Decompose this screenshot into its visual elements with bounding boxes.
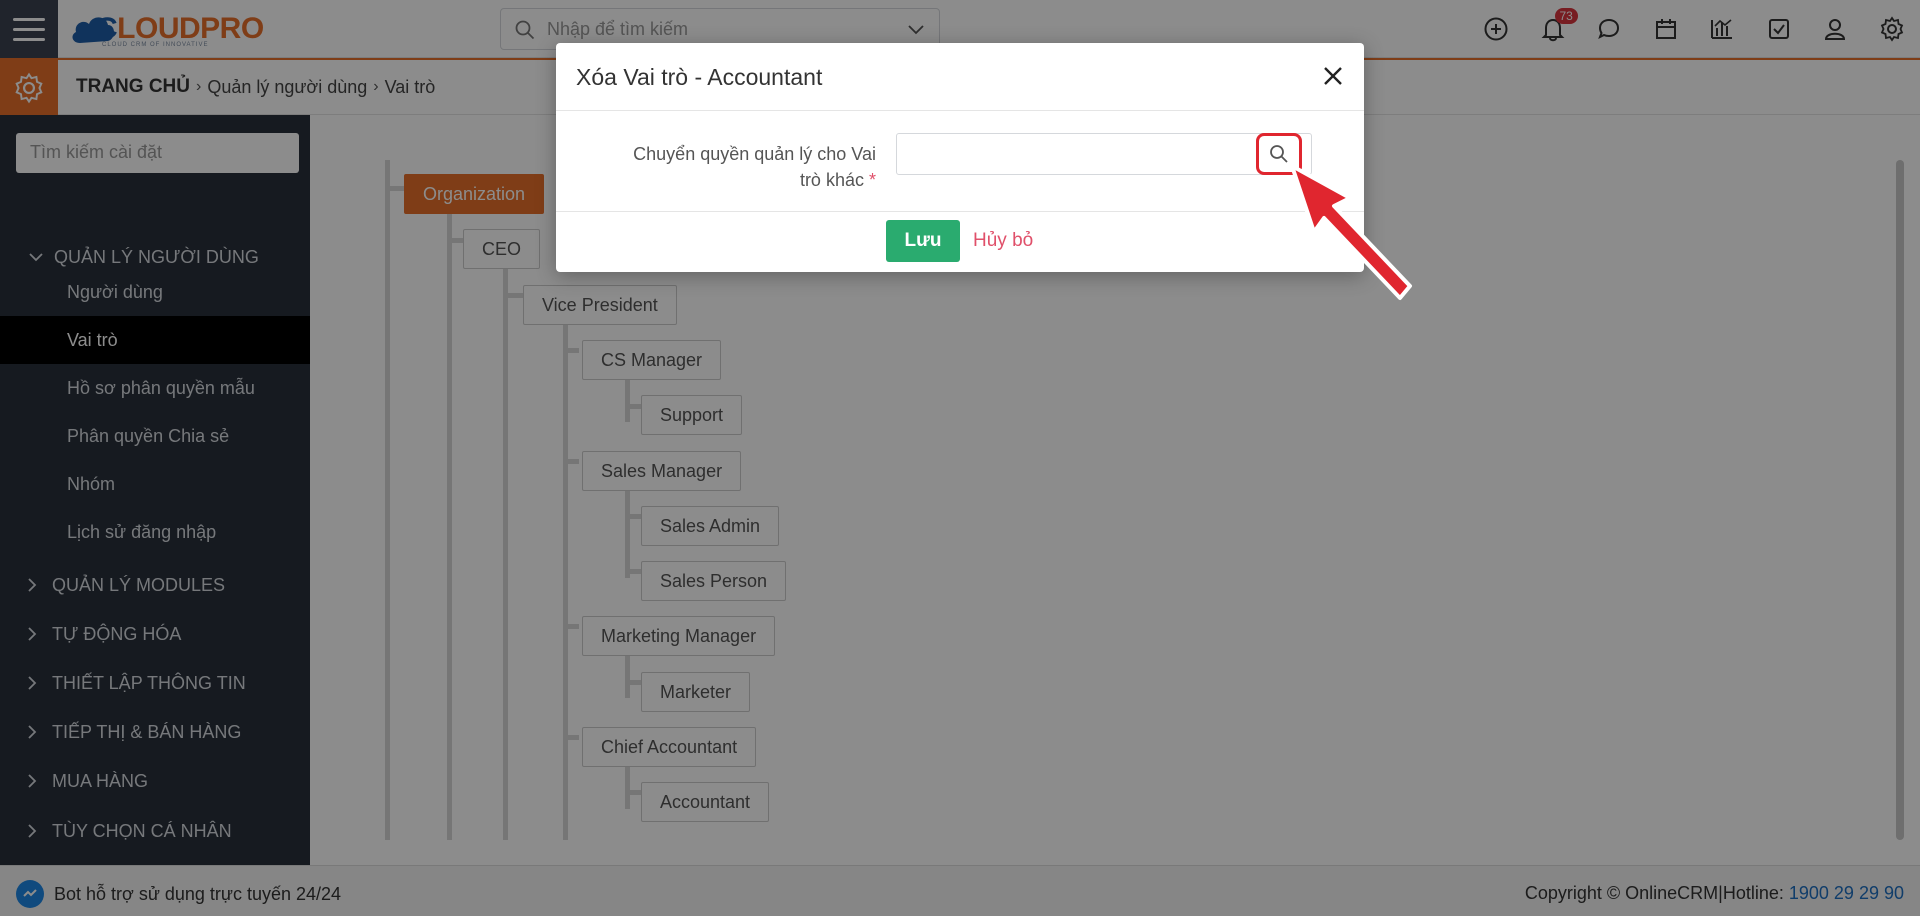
- save-button[interactable]: Lưu: [886, 220, 960, 262]
- modal-title: Xóa Vai trò - Accountant: [576, 64, 823, 90]
- modal-header: Xóa Vai trò - Accountant: [556, 43, 1364, 111]
- annotation-arrow-icon: [1290, 164, 1412, 300]
- modal-footer: Lưu Hủy bỏ: [556, 212, 1364, 270]
- required-mark: *: [868, 170, 876, 190]
- transfer-role-label-line1: Chuyển quyền quản lý cho Vai: [633, 144, 876, 164]
- cancel-button[interactable]: Hủy bỏ: [973, 230, 1033, 252]
- delete-role-modal: Xóa Vai trò - Accountant Chuyển quyền qu…: [556, 43, 1364, 272]
- transfer-role-label: Chuyển quyền quản lý cho Vai trò khác *: [596, 141, 876, 193]
- transfer-role-input[interactable]: [896, 133, 1312, 175]
- close-icon[interactable]: [1320, 63, 1346, 89]
- transfer-role-label-line2: trò khác: [799, 170, 864, 190]
- modal-body: Chuyển quyền quản lý cho Vai trò khác *: [556, 111, 1364, 212]
